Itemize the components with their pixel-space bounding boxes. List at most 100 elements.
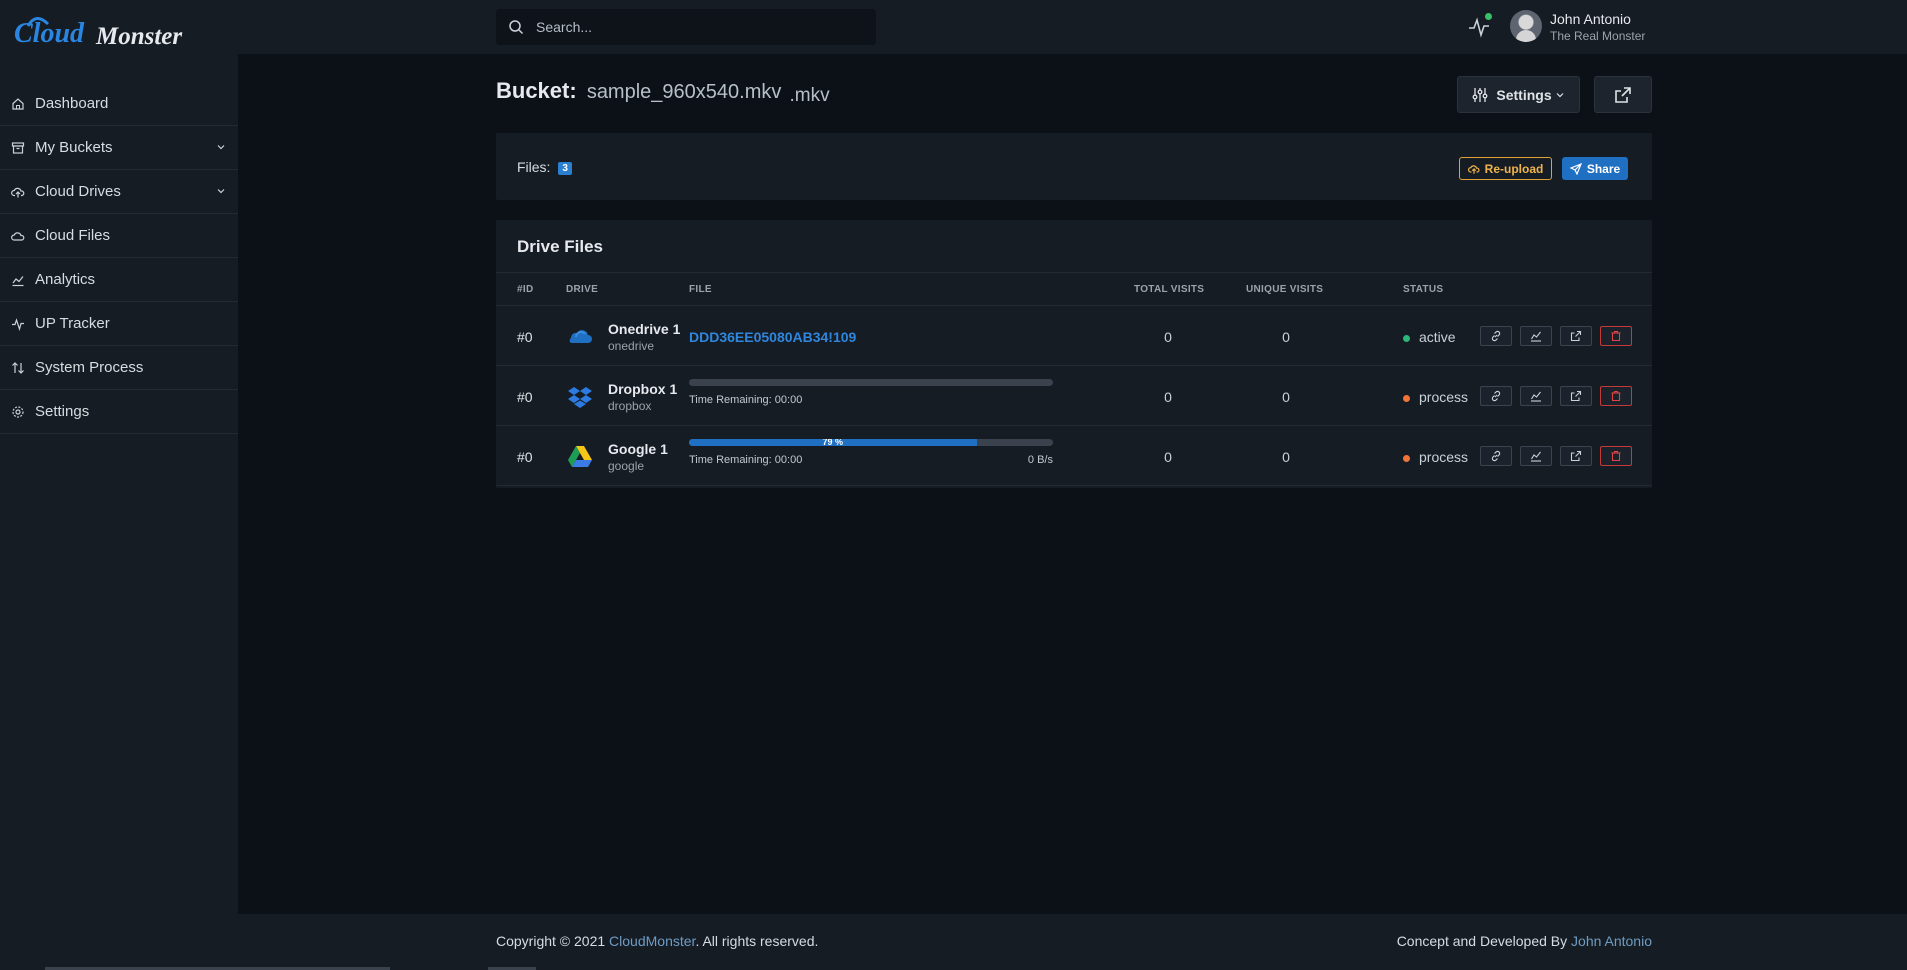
files-card: Files: 3 Re-upload Share [496, 133, 1652, 200]
cloudmonster-link[interactable]: CloudMonster [609, 933, 695, 949]
total-visits: 0 [1164, 449, 1172, 465]
row-id: #0 [517, 449, 533, 465]
status-dot [1403, 455, 1410, 462]
share-label: Share [1586, 161, 1621, 176]
gear-icon [11, 405, 25, 419]
sidebar-item-dashboard[interactable]: Dashboard [0, 82, 238, 126]
unique-visits: 0 [1282, 389, 1290, 405]
search-bar[interactable] [496, 9, 876, 45]
reupload-button[interactable]: Re-upload [1459, 157, 1552, 180]
sidebar-item-label: My Buckets [35, 139, 113, 156]
copyright-prefix: Copyright © 2021 [496, 933, 610, 949]
files-count-label: Files: 3 [517, 159, 572, 176]
sidebar-item-up-tracker[interactable]: UP Tracker [0, 302, 238, 346]
sidebar-item-label: UP Tracker [35, 315, 110, 332]
sidebar-item-label: System Process [35, 359, 144, 376]
column-header-status: STATUS [1403, 284, 1444, 295]
credit-prefix: Concept and Developed By [1396, 933, 1572, 949]
external-link-icon [1570, 330, 1582, 342]
row-id: #0 [517, 329, 533, 345]
column-header-unique-visits: UNIQUE VISITS [1246, 284, 1324, 295]
user-name[interactable]: John Antonio [1550, 11, 1631, 27]
page-title-label: Bucket: [496, 78, 577, 103]
upload-speed: 0 B/s [1027, 454, 1053, 466]
drive-type: dropbox [608, 399, 652, 413]
link-icon [1491, 330, 1501, 342]
status-text: active [1419, 329, 1456, 345]
open-external-button[interactable] [1594, 76, 1652, 113]
status-text: process [1419, 389, 1469, 405]
sidebar-item-cloud-drives[interactable]: Cloud Drives [0, 170, 238, 214]
share-button[interactable]: Share [1562, 157, 1628, 180]
sidebar-item-my-buckets[interactable]: My Buckets [0, 126, 238, 170]
column-header-drive: DRIVE [566, 284, 599, 295]
analytics-button[interactable] [1520, 326, 1552, 346]
column-header-total-visits: TOTAL VISITS [1134, 284, 1205, 295]
page-title: Bucket: sample_960x540.mkv .mkv [496, 78, 830, 106]
settings-dropdown-button[interactable]: Settings [1457, 76, 1580, 113]
logo-monster-text: Monster [95, 23, 182, 50]
cloudmonster-logo[interactable]: Cloud Monster [12, 12, 212, 56]
search-input[interactable] [536, 19, 856, 35]
footer: Copyright © 2021 CloudMonster. All right… [238, 914, 1907, 970]
drive-type: onedrive [608, 339, 655, 353]
cloud-upload-icon [11, 185, 25, 199]
link-icon [1491, 450, 1501, 462]
analytics-button[interactable] [1520, 446, 1552, 466]
sidebar-item-label: Cloud Files [35, 227, 111, 244]
time-remaining: Time Remaining: 00:00 [689, 394, 803, 406]
trash-icon [1611, 450, 1621, 462]
cloud-icon [11, 229, 25, 243]
user-subtitle: The Real Monster [1550, 29, 1646, 43]
trash-icon [1611, 390, 1621, 402]
dropbox-icon [568, 387, 592, 408]
send-icon [1569, 162, 1582, 175]
drive-files-title: Drive Files [517, 237, 603, 256]
logo-cloud-text: Cloud [14, 18, 85, 49]
user-avatar[interactable] [1510, 10, 1542, 42]
sidebar-item-cloud-files[interactable]: Cloud Files [0, 214, 238, 258]
activity-button[interactable] [1468, 13, 1492, 38]
row-id: #0 [517, 389, 533, 405]
chevron-down-icon [1556, 92, 1564, 97]
files-label: Files: [517, 159, 551, 175]
sidebar-item-system-process[interactable]: System Process [0, 346, 238, 390]
delete-button[interactable] [1600, 446, 1632, 466]
delete-button[interactable] [1600, 326, 1632, 346]
arrows-updown-icon [11, 361, 25, 375]
sidebar-item-label: Dashboard [35, 95, 109, 112]
open-external-button[interactable] [1560, 386, 1592, 406]
table-header: #ID DRIVE FILE TOTAL VISITS UNIQUE VISIT… [496, 272, 1652, 306]
copy-link-button[interactable] [1480, 386, 1512, 406]
developer-link[interactable]: John Antonio [1571, 933, 1652, 949]
drive-name: Google 1 [608, 441, 668, 457]
cloud-upload-icon [1467, 164, 1480, 174]
unique-visits: 0 [1282, 449, 1290, 465]
external-link-icon [1570, 450, 1582, 462]
onedrive-icon [569, 330, 592, 343]
main-content: Bucket: sample_960x540.mkv .mkv Settings… [238, 54, 1907, 914]
table-row: #0 Onedrive 1 onedrive DDD36EE05080AB34!… [496, 306, 1652, 366]
column-header-file: FILE [689, 284, 712, 295]
sidebar-item-settings[interactable]: Settings [0, 390, 238, 434]
sliders-icon [1472, 87, 1488, 102]
chart-icon [1531, 391, 1541, 402]
upload-progress-bar [689, 379, 1053, 386]
progress-fill: 79 % [689, 439, 977, 446]
open-external-button[interactable] [1560, 326, 1592, 346]
bucket-name: sample_960x540.mkv [586, 81, 782, 103]
sidebar-item-label: Analytics [35, 271, 96, 288]
drive-name: Dropbox 1 [608, 381, 678, 397]
trash-icon [1611, 330, 1621, 342]
copy-link-button[interactable] [1480, 446, 1512, 466]
chart-icon [1531, 331, 1541, 342]
delete-button[interactable] [1600, 386, 1632, 406]
status-dot [1403, 395, 1410, 402]
upload-progress-bar: 79 % [689, 439, 1053, 446]
sidebar-item-analytics[interactable]: Analytics [0, 258, 238, 302]
open-external-button[interactable] [1560, 446, 1592, 466]
copy-link-button[interactable] [1480, 326, 1512, 346]
file-link[interactable]: DDD36EE05080AB34!109 [689, 329, 856, 345]
analytics-button[interactable] [1520, 386, 1552, 406]
time-remaining: Time Remaining: 00:00 [689, 454, 803, 466]
